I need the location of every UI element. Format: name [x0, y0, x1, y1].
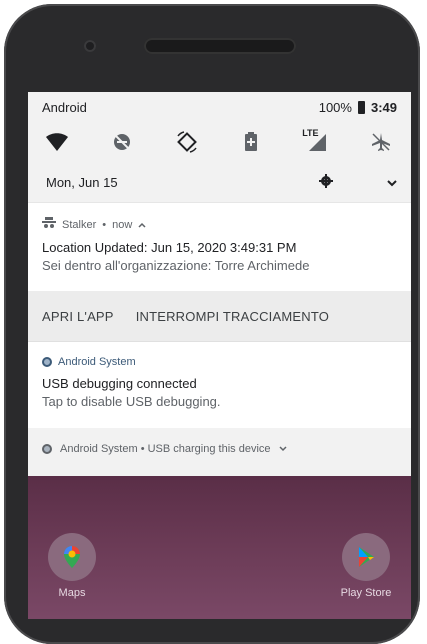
home-app-maps[interactable]: Maps — [32, 533, 112, 599]
battery-percent: 100% — [318, 99, 352, 115]
earpiece-speaker — [144, 38, 296, 54]
auto-rotate-icon[interactable] — [173, 128, 201, 156]
battery-saver-icon[interactable] — [237, 128, 265, 156]
clock: 3:49 — [370, 99, 397, 115]
stop-tracking-action[interactable]: INTERROMPI TRACCIAMENTO — [136, 309, 329, 324]
lte-badge: LTE — [302, 128, 319, 138]
notification-usb-charging[interactable]: Android System • USB charging this devic… — [28, 428, 411, 470]
notification-text: Sei dentro all'organizzazione: Torre Arc… — [42, 258, 310, 273]
notification-time: now — [112, 218, 133, 231]
chevron-down-icon[interactable] — [387, 175, 397, 190]
notification-app-name: Android System — [58, 356, 136, 368]
home-app-label: Maps — [58, 587, 86, 599]
mobile-data-lte-icon[interactable]: LTE — [302, 128, 330, 156]
notification-shade: Android 100% 3:49 LTE Mon, Jun 15 Stalke… — [28, 92, 411, 476]
chevron-up-icon[interactable] — [138, 219, 146, 231]
maps-icon — [48, 533, 96, 581]
carrier-label: Android — [42, 99, 87, 115]
do-not-disturb-off-icon[interactable] — [108, 128, 136, 156]
airplane-mode-icon[interactable] — [367, 128, 395, 156]
android-system-icon — [42, 357, 52, 367]
notification-usb-debugging[interactable]: Android System USB debugging connected T… — [28, 341, 411, 428]
notification-title: Location Updated: Jun 15, 2020 3:49:31 P… — [42, 240, 297, 255]
stalker-app-icon — [42, 217, 56, 232]
notification-text: Tap to disable USB debugging. — [42, 394, 221, 409]
phone-frame: Maps Play Store Android 100% 3:49 LTE Mo… — [4, 4, 420, 644]
open-app-action[interactable]: APRI L'APP — [42, 309, 114, 324]
notification-app-name: Stalker — [62, 218, 97, 231]
battery-icon — [357, 100, 365, 114]
notification-actions: APRI L'APP INTERROMPI TRACCIAMENTO — [28, 291, 411, 341]
gear-icon[interactable] — [319, 173, 333, 191]
date-label: Mon, Jun 15 — [46, 174, 118, 190]
screen: Maps Play Store Android 100% 3:49 LTE Mo… — [28, 92, 411, 619]
home-app-play-store[interactable]: Play Store — [326, 533, 406, 599]
front-camera — [84, 40, 96, 52]
notification-text: Android System • USB charging this devic… — [60, 443, 271, 455]
wifi-icon[interactable] — [43, 128, 71, 156]
android-system-icon — [42, 444, 52, 454]
notification-stalker[interactable]: Stalker • now Location Updated: Jun 15, … — [28, 202, 411, 291]
play-store-icon — [342, 533, 390, 581]
chevron-down-icon[interactable] — [278, 443, 287, 455]
home-app-label: Play Store — [340, 587, 392, 599]
status-bar: Android 100% 3:49 — [28, 92, 411, 122]
notification-title: USB debugging connected — [42, 376, 197, 391]
date-row: Mon, Jun 15 — [28, 162, 411, 202]
quick-settings-tiles: LTE — [28, 122, 411, 162]
